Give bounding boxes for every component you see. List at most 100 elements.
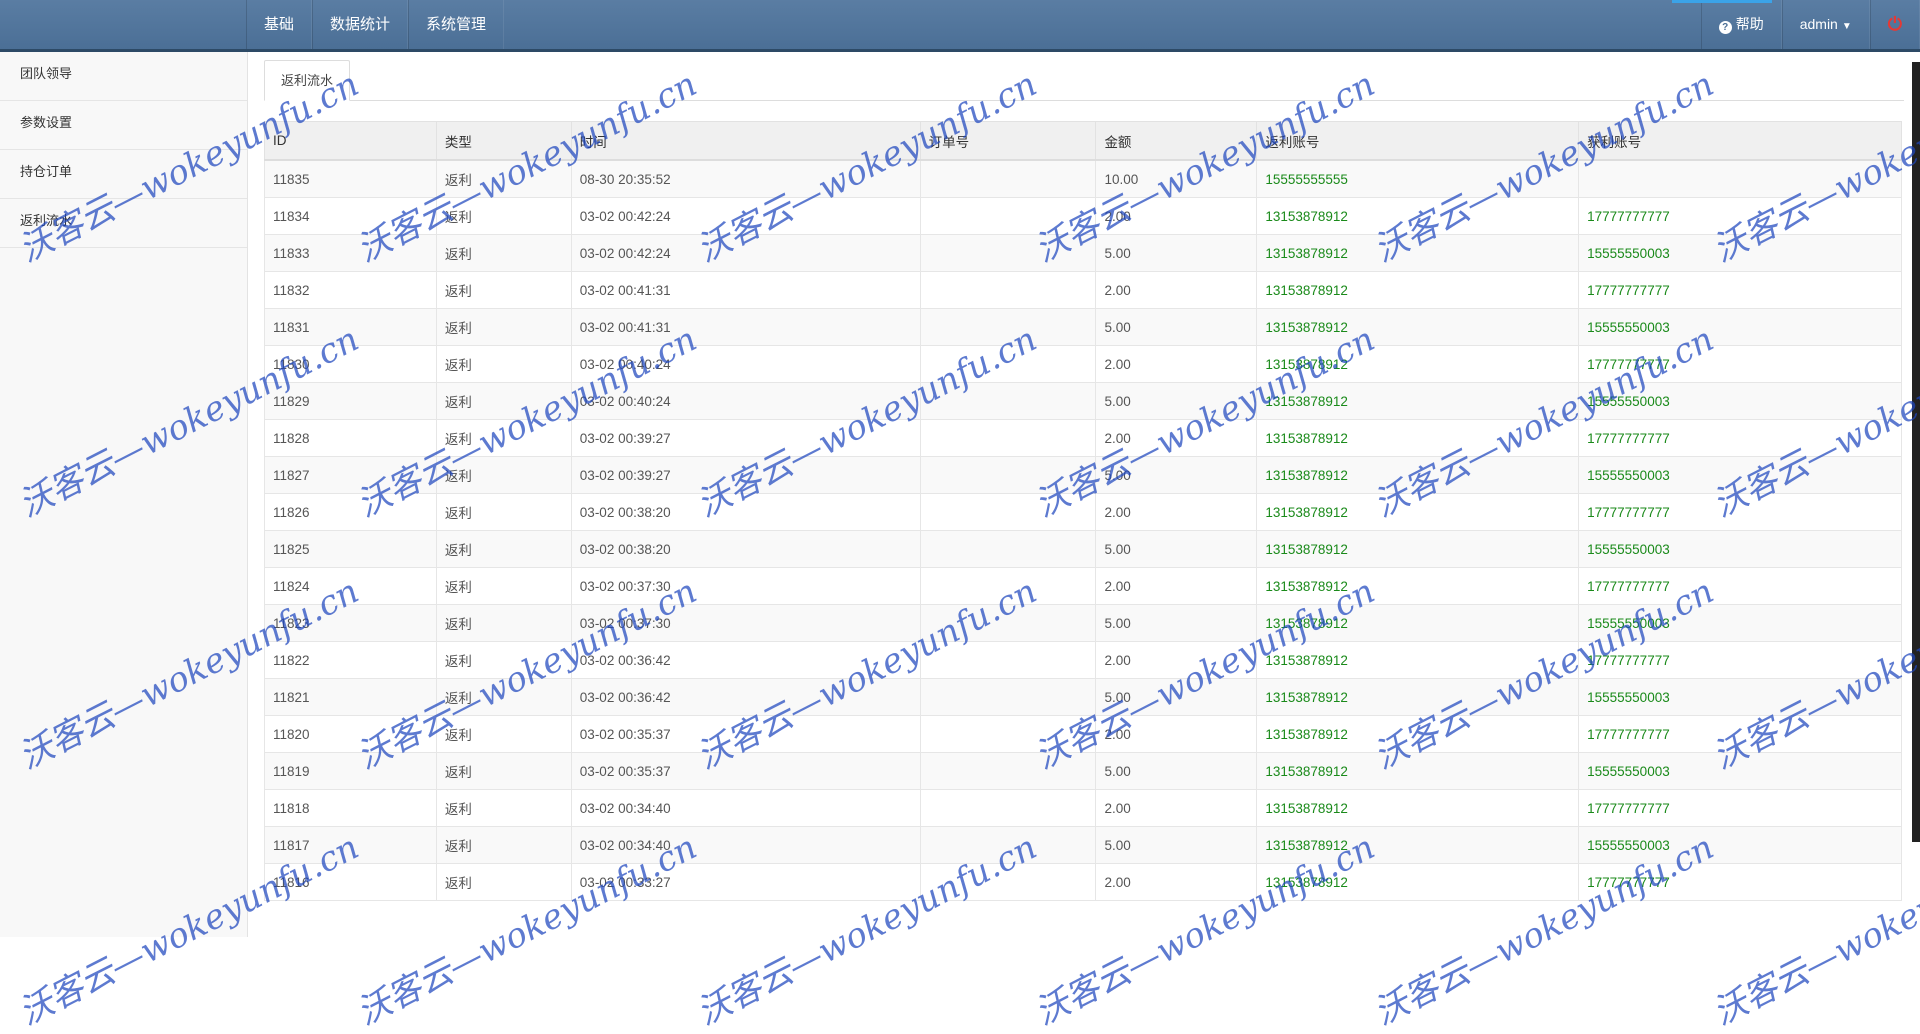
table-cell: 5.00 [1095, 678, 1258, 716]
table-row: 11827 返利 03-02 00:39:27 5.00 13153878912 1555… [264, 456, 1902, 494]
column-header[interactable]: 获利账号 [1578, 121, 1902, 161]
table-cell: 03-02 00:36:42 [570, 678, 921, 716]
table-cell: 5.00 [1095, 826, 1258, 864]
table-cell[interactable]: 13153878912 [1256, 197, 1580, 235]
table-cell: 11830 [264, 345, 437, 383]
table-cell[interactable]: 17777777777 [1578, 493, 1902, 531]
menu-statistics[interactable]: 数据统计 [312, 0, 409, 49]
menu-basic[interactable]: 基础 [246, 0, 313, 49]
table-cell[interactable]: 13153878912 [1256, 530, 1580, 568]
table-cell[interactable]: 13153878912 [1256, 789, 1580, 827]
table-cell[interactable]: 13153878912 [1256, 308, 1580, 346]
table-cell[interactable]: 17777777777 [1578, 419, 1902, 457]
table-cell[interactable]: 15555550003 [1578, 530, 1902, 568]
table-cell: 11817 [264, 826, 437, 864]
table-cell[interactable]: 15555555555 [1256, 159, 1580, 198]
table-cell: 返利 [435, 789, 572, 827]
table-cell: 03-02 00:34:40 [570, 789, 921, 827]
table-cell[interactable]: 13153878912 [1256, 271, 1580, 309]
table-row: 11820 返利 03-02 00:35:37 2.00 13153878912 1777… [264, 715, 1902, 753]
table-cell: 11828 [264, 419, 437, 457]
table-cell: 11823 [264, 604, 437, 642]
table-cell[interactable]: 17777777777 [1578, 641, 1902, 679]
table-row: 11817 返利 03-02 00:34:40 5.00 13153878912 1555… [264, 826, 1902, 864]
table-cell[interactable]: 15555550003 [1578, 678, 1902, 716]
table-cell[interactable]: 13153878912 [1256, 752, 1580, 790]
table-cell [919, 715, 1097, 753]
table-body: 11835 返利 08-30 20:35:52 10.00 15555555555 118… [264, 159, 1902, 901]
table-cell[interactable]: 13153878912 [1256, 826, 1580, 864]
table-cell[interactable]: 15555550003 [1578, 604, 1902, 642]
table-cell[interactable]: 13153878912 [1256, 234, 1580, 272]
table-cell[interactable]: 13153878912 [1256, 641, 1580, 679]
table-cell: 11825 [264, 530, 437, 568]
table-cell[interactable]: 13153878912 [1256, 493, 1580, 531]
table-cell[interactable]: 13153878912 [1256, 345, 1580, 383]
sidebar-item-parameters[interactable]: 参数设置 [0, 101, 247, 150]
table-cell[interactable]: 15555550003 [1578, 382, 1902, 420]
column-header[interactable]: 时间 [570, 121, 921, 161]
table-cell[interactable]: 17777777777 [1578, 715, 1902, 753]
table-cell[interactable]: 13153878912 [1256, 567, 1580, 605]
table-cell [919, 493, 1097, 531]
table-cell[interactable]: 13153878912 [1256, 419, 1580, 457]
table-cell[interactable]: 15555550003 [1578, 826, 1902, 864]
table-cell[interactable]: 13153878912 [1256, 715, 1580, 753]
column-header[interactable]: 类型 [435, 121, 572, 161]
logout-button[interactable]: ⏻ [1869, 0, 1920, 49]
table-cell: 返利 [435, 197, 572, 235]
table-cell: 11835 [264, 159, 437, 198]
table-cell[interactable]: 13153878912 [1256, 382, 1580, 420]
table-cell: 返利 [435, 752, 572, 790]
table-cell[interactable]: 17777777777 [1578, 863, 1902, 901]
table-cell[interactable]: 13153878912 [1256, 604, 1580, 642]
table-cell[interactable]: 13153878912 [1256, 456, 1580, 494]
table-cell [919, 567, 1097, 605]
sidebar-item-rebate-flow[interactable]: 返利流水 [0, 199, 247, 248]
table-cell: 返利 [435, 456, 572, 494]
table-cell[interactable]: 17777777777 [1578, 271, 1902, 309]
table-cell: 2.00 [1095, 567, 1258, 605]
table-cell: 2.00 [1095, 715, 1258, 753]
table-cell[interactable]: 15555550003 [1578, 234, 1902, 272]
table-cell[interactable]: 17777777777 [1578, 789, 1902, 827]
table-cell[interactable]: 15555550003 [1578, 308, 1902, 346]
sidebar: 团队领导 参数设置 持仓订单 返利流水 [0, 52, 248, 937]
table-cell [919, 419, 1097, 457]
table-cell [919, 826, 1097, 864]
table-cell[interactable]: 17777777777 [1578, 567, 1902, 605]
column-header[interactable]: 返利账号 [1256, 121, 1580, 161]
menu-system[interactable]: 系统管理 [408, 0, 505, 49]
table-cell: 03-02 00:34:40 [570, 826, 921, 864]
sidebar-item-team-leader[interactable]: 团队领导 [0, 52, 247, 101]
table-cell: 返利 [435, 826, 572, 864]
table-cell[interactable]: 17777777777 [1578, 345, 1902, 383]
table-cell: 11816 [264, 863, 437, 901]
table-cell[interactable]: 15555550003 [1578, 752, 1902, 790]
table-cell: 03-02 00:38:20 [570, 530, 921, 568]
table-cell[interactable]: 15555550003 [1578, 456, 1902, 494]
table-cell: 返利 [435, 234, 572, 272]
table-cell[interactable]: 13153878912 [1256, 678, 1580, 716]
table-row: 11832 返利 03-02 00:41:31 2.00 13153878912 1777… [264, 271, 1902, 309]
table-cell [919, 863, 1097, 901]
table-cell: 返利 [435, 641, 572, 679]
table-cell[interactable]: 17777777777 [1578, 197, 1902, 235]
column-header[interactable]: 订单号 [919, 121, 1097, 161]
table-cell: 返利 [435, 308, 572, 346]
table-cell: 03-02 00:40:24 [570, 382, 921, 420]
table-cell[interactable]: 13153878912 [1256, 863, 1580, 901]
scrollbar[interactable] [1912, 62, 1920, 842]
user-dropdown[interactable]: admin ▼ [1781, 0, 1870, 49]
column-header[interactable]: 金额 [1095, 121, 1258, 161]
help-button[interactable]: ? 帮助 [1700, 0, 1782, 49]
tab-rebate-flow[interactable]: 返利流水 [264, 60, 351, 101]
column-header[interactable]: ID [264, 121, 437, 161]
table-cell: 11831 [264, 308, 437, 346]
tab-bar: 返利流水 [264, 60, 1904, 101]
table-cell: 11824 [264, 567, 437, 605]
sidebar-item-positions[interactable]: 持仓订单 [0, 150, 247, 199]
table-cell [919, 271, 1097, 309]
table-cell: 2.00 [1095, 271, 1258, 309]
table-cell[interactable] [1578, 159, 1902, 198]
